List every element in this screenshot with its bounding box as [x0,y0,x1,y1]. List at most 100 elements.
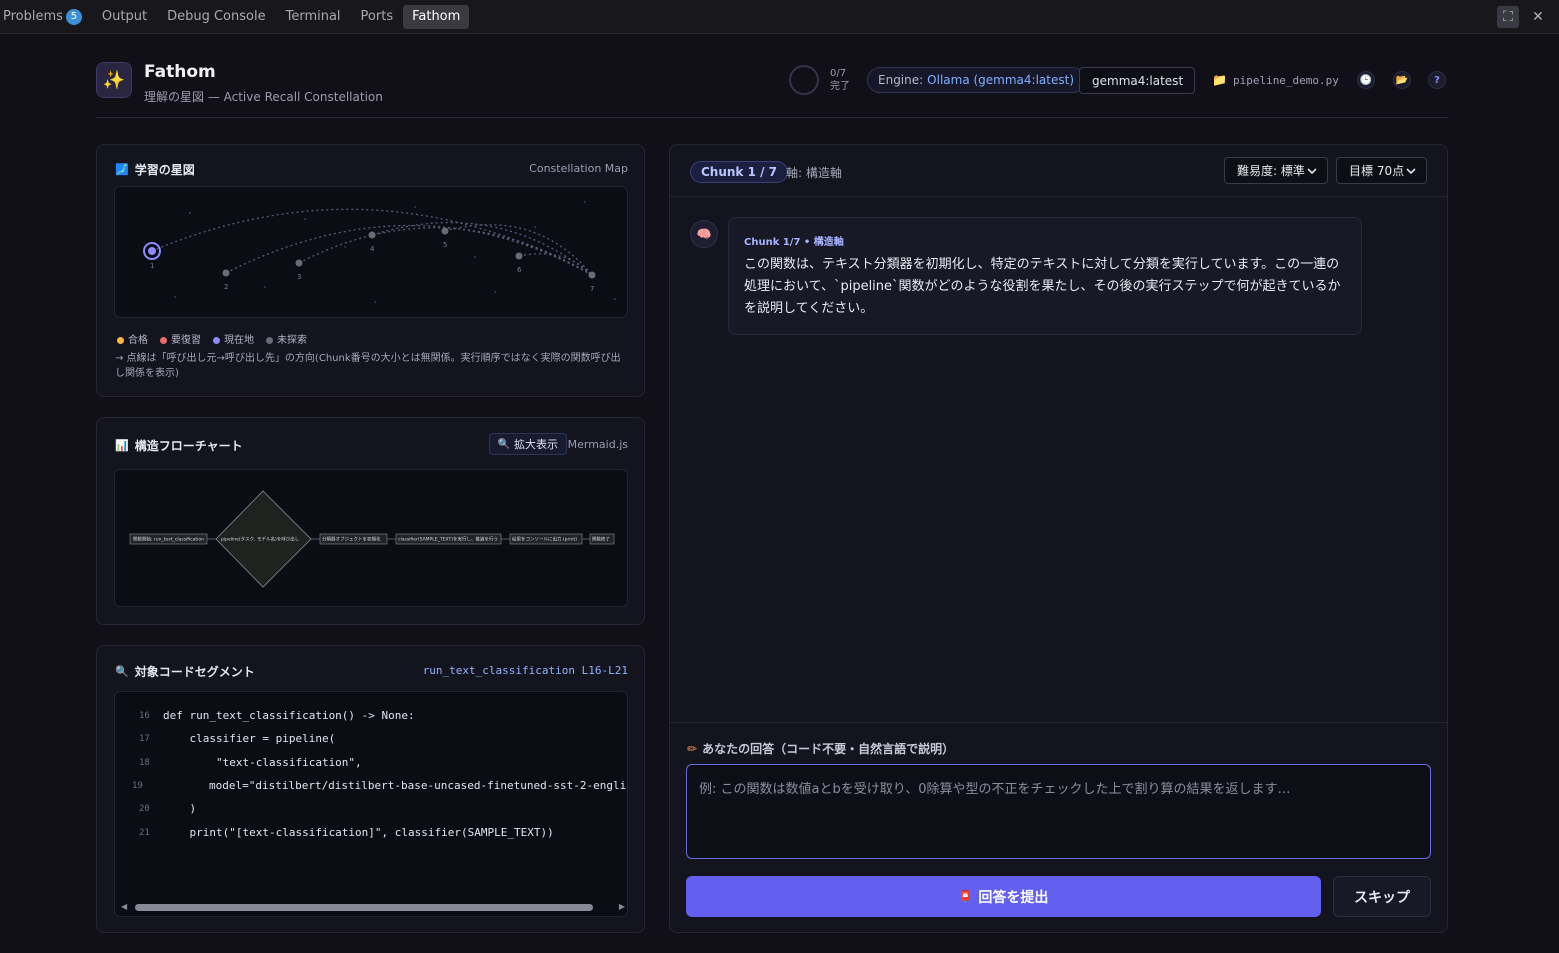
tab-ports[interactable]: Ports [351,5,404,29]
progress-count-value: 0/7 [830,68,847,79]
target-score-value: 目標 70点 [1349,164,1405,178]
app-header: ✨ Fathom 理解の星図 — Active Recall Constella… [96,62,1448,118]
star-4 [368,231,376,239]
line-number: 17 [139,734,150,744]
star-3 [295,259,303,267]
answer-label: ✏ あなたの回答（コード不要・自然言語で説明） [687,740,954,757]
constellation-svg: 1 2 3 4 5 6 7 [143,201,616,303]
engine-label: Engine: [878,73,924,87]
star-label-5: 5 [443,241,447,249]
window-controls: ⛶ ✕ [1497,6,1549,28]
chevron-down-icon [1307,167,1317,174]
inbox-icon: 📮 [958,891,973,903]
model-select-value: gemma4:latest [1092,73,1184,88]
difficulty-select[interactable]: 難易度: 標準 [1224,157,1328,184]
star-label-4: 4 [370,245,375,253]
problems-count-badge: 5 [65,8,82,25]
line-number: 19 [132,781,143,791]
constellation-title: 🗾 学習の星図 [115,161,195,178]
code-location-link[interactable]: run_text_classification L16-L21 [423,664,628,677]
progress-count-label: 完了 [830,81,850,92]
star-label-1: 1 [150,262,154,270]
question-meta: Chunk 1/7 • 構造軸 [744,237,844,248]
constellation-note: → 点線は「呼び出し元→呼び出し先」の方向(Chunk番号の大小とは無関係。実行… [115,353,621,379]
flowchart-title: 📊 構造フローチャート [115,437,243,454]
map-icon: 🗾 [115,163,129,176]
code-viewer[interactable]: 16 def run_text_classification() -> None… [114,691,628,917]
constellation-map[interactable]: 1 2 3 4 5 6 7 [114,186,628,318]
legend-unexplored: 未探索 [266,331,307,346]
question-text: この関数は、テキスト分類器を初期化し、特定のテキストに対して分類を実行しています… [744,257,1341,316]
tab-debug-console[interactable]: Debug Console [157,5,276,29]
zoom-button[interactable]: 🔍 拡大表示 [488,433,567,455]
panel-tab-bar: Problems 5 Output Debug Console Terminal… [0,0,1559,34]
answer-input[interactable] [686,764,1431,859]
code-line: model="distilbert/distilbert-base-uncase… [156,779,628,792]
close-icon[interactable]: ✕ [1527,6,1549,28]
star-2 [222,269,230,277]
open-folder-icon[interactable]: 📂 [1393,71,1411,89]
constellation-meta: Constellation Map [529,162,628,175]
flowchart-canvas[interactable]: 関数開始: run_text_classification pipeline(タ… [114,469,628,607]
axis-label: 軸: 構造軸 [786,166,842,180]
flowchart-meta: Mermaid.js [567,438,628,451]
maximize-icon[interactable]: ⛶ [1497,6,1519,28]
star-label-7: 7 [590,285,594,293]
submit-answer-button[interactable]: 📮 回答を提出 [686,876,1321,917]
help-icon[interactable]: ? [1428,71,1446,89]
difficulty-select-value: 難易度: 標準 [1237,164,1305,178]
star-1 [148,247,156,255]
flowchart-title-text: 構造フローチャート [134,439,243,453]
star-label-3: 3 [297,273,301,281]
horizontal-scrollbar[interactable]: ◀ ▶ [119,902,625,912]
flowchart-svg: 関数開始: run_text_classification pipeline(タ… [129,490,615,588]
star-label-2: 2 [224,283,228,291]
progress-ring [789,65,819,95]
engine-value: Ollama (gemma4:latest) [927,73,1075,87]
search-icon: 🔍 [497,438,510,450]
question-panel: Chunk 1 / 7 軸: 構造軸 難易度: 標準 目標 70点 🧠 Chun… [669,144,1448,933]
line-number: 16 [139,711,150,721]
code-segment-title: 🔍 対象コードセグメント [115,663,255,680]
question-bubble: Chunk 1/7 • 構造軸 この関数は、テキスト分類器を初期化し、特定のテキ… [728,217,1362,335]
flowchart-card: 📊 構造フローチャート 🔍 拡大表示 Mermaid.js 関数開始: run_… [96,417,645,625]
code-line: def run_text_classification() -> None: [163,709,415,722]
tab-fathom[interactable]: Fathom [403,4,470,29]
tab-output[interactable]: Output [92,5,157,29]
fathom-app: ✨ Fathom 理解の星図 — Active Recall Constella… [0,34,1559,953]
legend-passed: 合格 [117,331,148,346]
scroll-thumb[interactable] [135,904,593,911]
flow-node-print-text: 結果をコンソールに出力 (print) [512,536,577,543]
tab-problems[interactable]: Problems 5 [0,5,92,29]
model-select[interactable]: gemma4:latest [1079,67,1195,94]
magnifier-icon: 🔍 [115,665,129,678]
target-score-select[interactable]: 目標 70点 [1336,157,1427,184]
legend-current: 現在地 [213,331,254,346]
flow-node-run-text: classifier(SAMPLE_TEXT)を実行し、推論を行う [398,536,498,543]
star-6 [515,252,523,260]
app-subtitle: 理解の星図 — Active Recall Constellation [144,90,383,104]
file-name-text: pipeline_demo.py [1232,73,1339,87]
star-5 [441,227,449,235]
submit-answer-label: 回答を提出 [978,888,1049,905]
brain-icon: 🧠 [690,220,718,248]
chevron-down-icon [1406,167,1416,174]
pencil-icon: ✏ [687,741,698,756]
answer-label-text: あなたの回答（コード不要・自然言語で説明） [702,742,955,756]
file-name[interactable]: 📁 pipeline_demo.py [1212,73,1339,87]
scroll-right-icon[interactable]: ▶ [619,902,625,911]
sparkles-icon: ✨ [96,62,132,98]
tab-terminal[interactable]: Terminal [276,5,351,29]
skip-button[interactable]: スキップ [1333,876,1431,917]
answer-area: ✏ あなたの回答（コード不要・自然言語で説明） 📮 回答を提出 スキップ [670,722,1448,932]
history-icon[interactable]: 🕒 [1357,71,1375,89]
line-number: 21 [139,828,150,838]
engine-badge: Engine: Ollama (gemma4:latest) [867,67,1086,93]
flow-node-init-text: 分類器オブジェクトを初期化 [322,536,381,543]
flow-node-end-text: 関数終了 [592,536,610,543]
scroll-left-icon[interactable]: ◀ [121,902,127,911]
legend-review: 要復習 [160,331,201,346]
flow-node-decision-text: pipeline(タスク, モデル名)を呼び出し [221,536,300,543]
code-line: print("[text-classification]", classifie… [163,826,554,839]
code-line: ) [163,802,197,815]
